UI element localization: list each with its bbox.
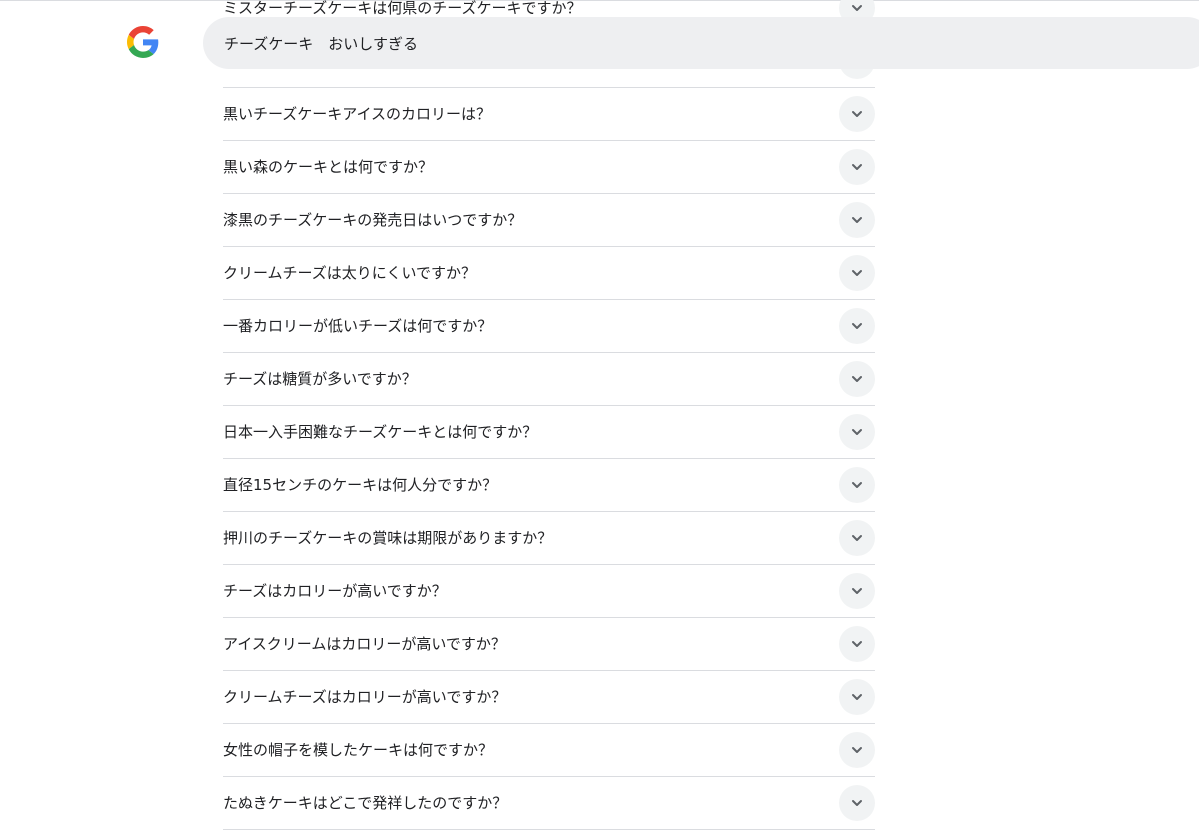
faq-item[interactable]: クリームチーズはカロリーが高いですか？ [223, 671, 875, 724]
faq-item[interactable]: 黒い森のケーキとは何ですか？ [223, 141, 875, 194]
expand-button[interactable] [839, 202, 875, 238]
faq-question: 押川のチーズケーキの賞味は期限がありますか？ [223, 529, 553, 547]
chevron-down-icon [852, 111, 862, 117]
faq-question: 黒い森のケーキとは何ですか？ [223, 158, 434, 176]
faq-question: チーズはカロリーが高いですか？ [223, 582, 447, 600]
faq-item[interactable]: 日本一入手困難なチーズケーキとは何ですか？ [223, 406, 875, 459]
faq-question: クリームチーズは太りにくいですか？ [223, 264, 477, 282]
faq-item[interactable]: チーズは糖質が多いですか？ [223, 353, 875, 406]
chevron-down-icon [852, 747, 862, 753]
expand-button[interactable] [839, 520, 875, 556]
chevron-down-icon [852, 588, 862, 594]
expand-button[interactable] [839, 626, 875, 662]
faq-item[interactable]: 漆黒のチーズケーキの発売日はいつですか？ [223, 194, 875, 247]
faq-question: 女性の帽子を模したケーキは何ですか？ [223, 741, 494, 759]
chevron-down-icon [852, 535, 862, 541]
chevron-down-icon [852, 164, 862, 170]
faq-item[interactable]: 押川のチーズケーキの賞味は期限がありますか？ [223, 512, 875, 565]
related-questions-list: ミスターチーズケーキは何県のチーズケーキですか？ 黒いチーズケーキアイスのカロリ… [223, 0, 875, 830]
chevron-down-icon [852, 270, 862, 276]
faq-question: たぬきケーキはどこで発祥したのですか？ [223, 794, 508, 812]
search-results-page: ミスターチーズケーキは何県のチーズケーキですか？ 黒いチーズケーキアイスのカロリ… [0, 0, 1199, 835]
chevron-down-icon [852, 694, 862, 700]
faq-item[interactable]: クリームチーズは太りにくいですか？ [223, 247, 875, 300]
expand-button[interactable] [839, 573, 875, 609]
chevron-down-icon [852, 376, 862, 382]
expand-button[interactable] [839, 785, 875, 821]
search-query-text: チーズケーキ おいしすぎる [224, 34, 418, 53]
faq-item[interactable]: 直径15センチのケーキは何人分ですか？ [223, 459, 875, 512]
expand-button[interactable] [839, 467, 875, 503]
expand-button[interactable] [839, 255, 875, 291]
chevron-down-icon [852, 217, 862, 223]
google-logo-icon[interactable] [127, 26, 159, 58]
faq-question: 漆黒のチーズケーキの発売日はいつですか？ [223, 211, 523, 229]
chevron-down-icon [852, 323, 862, 329]
faq-item[interactable]: たぬきケーキはどこで発祥したのですか？ [223, 777, 875, 830]
expand-button[interactable] [839, 679, 875, 715]
expand-button[interactable] [839, 732, 875, 768]
faq-item[interactable]: チーズはカロリーが高いですか？ [223, 565, 875, 618]
faq-question: 直径15センチのケーキは何人分ですか？ [223, 476, 498, 494]
chevron-down-icon [852, 429, 862, 435]
sticky-search-header: チーズケーキ おいしすぎる [0, 10, 1199, 76]
expand-button[interactable] [839, 96, 875, 132]
faq-question: アイスクリームはカロリーが高いですか？ [223, 635, 506, 653]
expand-button[interactable] [839, 361, 875, 397]
faq-item[interactable]: 黒いチーズケーキアイスのカロリーは？ [223, 88, 875, 141]
chevron-down-icon [852, 800, 862, 806]
expand-button[interactable] [839, 308, 875, 344]
faq-question: 日本一入手困難なチーズケーキとは何ですか？ [223, 423, 538, 441]
search-input[interactable]: チーズケーキ おいしすぎる [203, 17, 1199, 69]
expand-button[interactable] [839, 414, 875, 450]
faq-item[interactable]: 女性の帽子を模したケーキは何ですか？ [223, 724, 875, 777]
chevron-down-icon [852, 482, 862, 488]
faq-question: チーズは糖質が多いですか？ [223, 370, 417, 388]
expand-button[interactable] [839, 149, 875, 185]
faq-question: クリームチーズはカロリーが高いですか？ [223, 688, 507, 706]
faq-item[interactable]: 一番カロリーが低いチーズは何ですか？ [223, 300, 875, 353]
faq-item[interactable]: アイスクリームはカロリーが高いですか？ [223, 618, 875, 671]
faq-question: 一番カロリーが低いチーズは何ですか？ [223, 317, 493, 335]
faq-question: 黒いチーズケーキアイスのカロリーは？ [223, 105, 492, 123]
chevron-down-icon [852, 641, 862, 647]
